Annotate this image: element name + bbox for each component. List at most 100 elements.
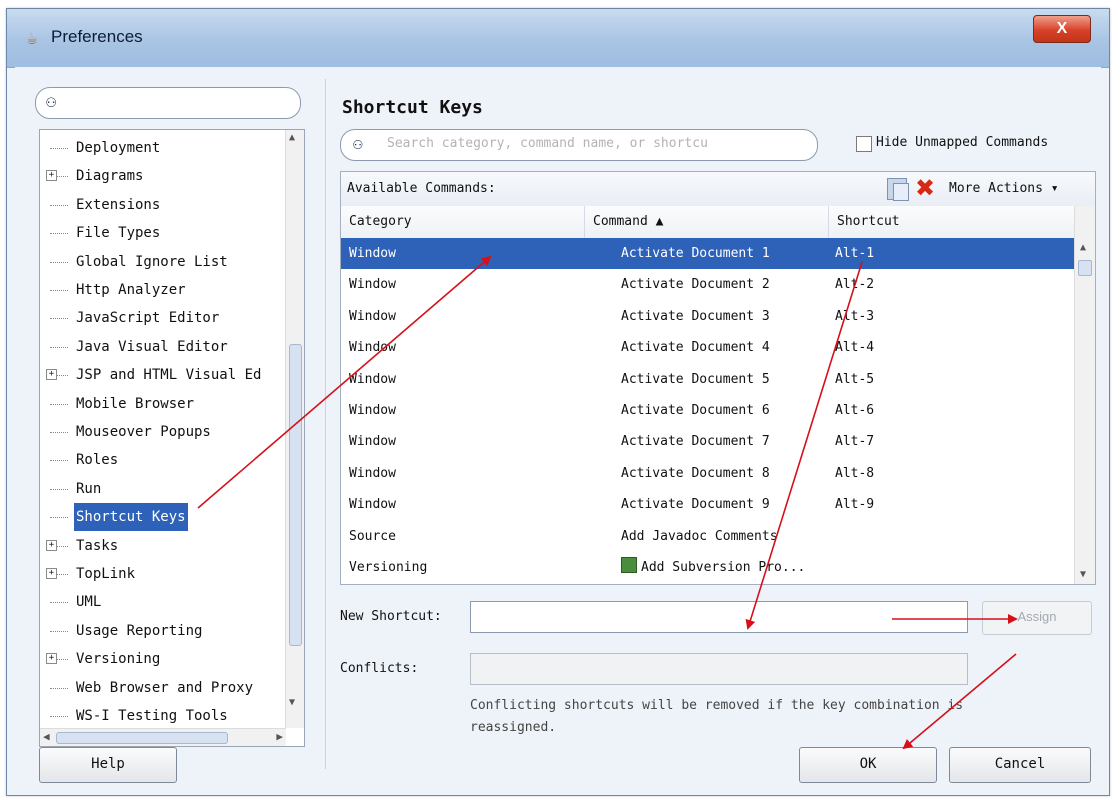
table-row[interactable]: Window Activate Document 2 Alt-2 (341, 269, 1075, 300)
tree-connector (50, 204, 68, 206)
tree-item-label: Global Ignore List (76, 253, 228, 270)
cell-text: Activate Document 2 (621, 277, 770, 293)
table-row[interactable]: Window Activate Document 4 Alt-4 (341, 332, 1075, 363)
table-row[interactable]: Window Activate Document 8 Alt-8 (341, 458, 1075, 489)
table-header: Category Command ▲ Shortcut (341, 206, 1075, 239)
tree-hscroll-thumb[interactable] (56, 732, 228, 744)
search-placeholder: Search category, command name, or shortc… (387, 136, 708, 151)
expand-icon[interactable]: + (46, 170, 57, 182)
table-row[interactable]: Window Activate Document 1 Alt-1 (341, 238, 1075, 270)
cell-text: Alt-4 (835, 340, 875, 356)
cell-text: Alt-6 (835, 403, 875, 418)
tree-connector (50, 517, 68, 519)
tree-item-label: Shortcut Keys (74, 503, 188, 532)
close-button[interactable]: X (1033, 15, 1091, 43)
cell-text: Activate Document 8 (621, 465, 770, 481)
cell-shortcut: Alt-2 (835, 269, 874, 300)
cancel-button[interactable]: Cancel (949, 747, 1091, 783)
column-header-command[interactable]: Command ▲ (585, 206, 829, 238)
expand-icon[interactable]: + (46, 653, 57, 665)
table-row[interactable]: Window Activate Document 7 Alt-7 (341, 426, 1075, 457)
cell-command: Activate Document 2 (621, 269, 770, 300)
table-row[interactable]: Window Activate Document 9 Alt-9 (341, 489, 1075, 520)
tree-item-label: Run (76, 480, 102, 497)
cell-shortcut: Alt-9 (835, 489, 874, 520)
dialog-body: ⚇ Deployment + Diagrams Extensions File Type… (15, 67, 1101, 787)
command-search-input[interactable]: ⚇ Search category, command name, or shor… (340, 129, 818, 161)
cell-text: Window (349, 497, 396, 513)
cell-command: Add Javadoc Comments (621, 521, 778, 552)
scroll-right-icon[interactable]: ▶ (276, 730, 283, 743)
tree-scroll-thumb[interactable] (289, 344, 302, 646)
more-actions-menu[interactable]: More Actions ▾ (949, 181, 1059, 196)
expand-icon[interactable]: + (46, 568, 57, 579)
expand-icon[interactable]: + (46, 539, 57, 551)
cell-text: Activate Document 4 (621, 340, 770, 356)
tree-horizontal-scrollbar[interactable]: ◀ ▶ (40, 728, 286, 746)
cell-category: Window (349, 458, 396, 489)
copy-icon[interactable] (887, 178, 909, 201)
cell-text: Window (349, 371, 396, 387)
column-header-category[interactable]: Category (341, 206, 585, 238)
tree-vertical-scrollbar[interactable]: ▲ ▼ (285, 130, 304, 728)
delete-icon[interactable]: ✖ (915, 174, 935, 202)
cell-category: Window (349, 364, 396, 395)
cell-command: Activate Document 1 (621, 238, 770, 269)
scroll-up-icon[interactable]: ▲ (289, 132, 295, 143)
checkbox-box[interactable] (856, 136, 872, 152)
help-button[interactable]: Help (39, 747, 177, 783)
table-row[interactable]: Versioning Add Subversion Pro... (341, 552, 1075, 583)
cell-command: Activate Document 5 (621, 364, 770, 395)
cell-command: Add Subversion Pro... (621, 552, 805, 583)
commands-scroll-thumb[interactable] (1078, 260, 1092, 276)
cell-text: Activate Document 9 (621, 497, 770, 513)
scroll-down-icon[interactable]: ▼ (289, 697, 295, 708)
new-shortcut-input[interactable] (470, 601, 968, 633)
hide-unmapped-label: Hide Unmapped Commands (876, 135, 1049, 150)
scroll-down-icon[interactable]: ▼ (1080, 569, 1086, 580)
table-row[interactable]: Window Activate Document 3 Alt-3 (341, 301, 1075, 332)
tree-item-label: Usage Reporting (76, 622, 203, 639)
ok-button[interactable]: OK (799, 747, 937, 783)
tree-item-label: WS-I Testing Tools (76, 708, 228, 724)
subversion-icon (621, 557, 637, 573)
assign-button[interactable]: Assign (982, 601, 1092, 635)
app-icon: ☕ (26, 28, 38, 49)
column-header-shortcut[interactable]: Shortcut (829, 206, 1075, 238)
tree-connector (50, 318, 68, 320)
cell-text: Alt-5 (835, 371, 875, 387)
preferences-dialog: ☕ Preferences X ⚇ Deployment + Diagrams Ext… (6, 8, 1110, 796)
binoculars-icon: ⚇ (46, 92, 57, 112)
cell-text: Window (349, 340, 396, 356)
cell-category: Window (349, 301, 396, 332)
cell-text: Window (349, 434, 396, 450)
tree-item-label: Web Browser and Proxy (76, 679, 254, 696)
cell-text: Activate Document 7 (621, 434, 770, 450)
conflicts-field (470, 653, 968, 685)
commands-vertical-scrollbar[interactable]: ▲ ▼ (1074, 206, 1095, 584)
expand-icon[interactable]: + (46, 369, 57, 381)
tree-connector (50, 346, 68, 348)
cell-command: Activate Document 9 (621, 489, 770, 520)
left-search-input[interactable]: ⚇ (35, 87, 301, 119)
cell-text: Alt-7 (835, 434, 875, 450)
shortcut-keys-panel: Shortcut Keys ⚇ Search category, command… (325, 79, 1096, 769)
scroll-up-icon[interactable]: ▲ (1080, 242, 1086, 253)
cell-text: Window (349, 246, 396, 261)
tree-item-label: Http Analyzer (76, 282, 186, 298)
cell-command: Activate Document 3 (621, 301, 770, 332)
cell-command: Activate Document 6 (621, 395, 770, 426)
tree-item-label: Mobile Browser (76, 395, 195, 412)
cell-text: Window (349, 403, 396, 418)
cell-category: Window (349, 426, 396, 457)
window-title: Preferences (51, 27, 143, 46)
scroll-left-icon[interactable]: ◀ (43, 730, 50, 743)
table-row[interactable]: Window Activate Document 6 Alt-6 (341, 395, 1075, 426)
cell-text: Alt-9 (835, 497, 875, 513)
tree-connector (50, 403, 68, 405)
cell-shortcut: Alt-7 (835, 426, 874, 457)
available-commands-label: Available Commands: (347, 181, 496, 196)
table-row[interactable]: Source Add Javadoc Comments (341, 521, 1075, 552)
cell-shortcut: Alt-5 (835, 364, 874, 395)
table-row[interactable]: Window Activate Document 5 Alt-5 (341, 364, 1075, 395)
